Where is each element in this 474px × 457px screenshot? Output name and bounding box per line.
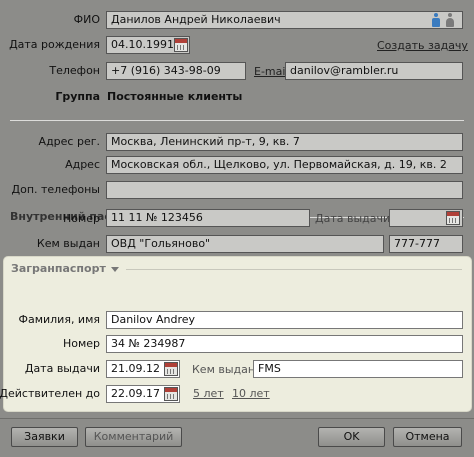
phone-label: Телефон <box>49 64 100 77</box>
create-task-link[interactable]: Создать задачу <box>377 38 468 54</box>
internal-number-field[interactable]: 11 11 № 123456 <box>106 209 310 227</box>
five-years-link[interactable]: 5 лет <box>193 386 224 402</box>
requests-button[interactable]: Заявки <box>11 427 78 447</box>
address-label: Адрес <box>65 158 100 171</box>
group-label: Группа <box>55 90 100 103</box>
calendar-icon[interactable] <box>164 387 178 401</box>
ten-years-link[interactable]: 10 лет <box>232 386 270 402</box>
foreign-name-label: Фамилия, имя <box>18 313 100 326</box>
group-value: Постоянные клиенты <box>107 90 243 103</box>
foreign-number-field[interactable]: 34 № 234987 <box>106 335 463 353</box>
internal-issue-date-label: Дата выдачи <box>315 212 391 225</box>
male-icon[interactable] <box>432 13 440 27</box>
divider <box>10 120 464 121</box>
calendar-icon[interactable] <box>446 211 460 225</box>
internal-issued-by-label: Кем выдан <box>36 237 100 250</box>
address-field[interactable]: Московская обл., Щелково, ул. Первомайск… <box>106 156 463 174</box>
foreign-passport-title[interactable]: Загранпаспорт <box>11 262 106 276</box>
internal-number-label: Номер <box>62 212 100 225</box>
foreign-issue-date-label: Дата выдачи <box>24 362 100 375</box>
phone-field[interactable]: +7 (916) 343-98-09 <box>106 62 246 80</box>
foreign-number-label: Номер <box>62 337 100 350</box>
calendar-icon[interactable] <box>174 38 188 52</box>
reg-address-label: Адрес рег. <box>38 135 100 148</box>
email-link[interactable]: E-mail <box>254 64 289 80</box>
reg-address-field[interactable]: Москва, Ленинский пр-т, 9, кв. 7 <box>106 133 463 151</box>
foreign-issued-by-label: Кем выдан <box>192 363 256 376</box>
subdivision-code-field[interactable]: 777-777 <box>389 235 463 253</box>
extra-phones-field[interactable] <box>106 181 463 199</box>
foreign-name-field[interactable]: Danilov Andrey <box>106 311 463 329</box>
valid-until-label: Действителен до <box>0 387 100 400</box>
cancel-button[interactable]: Отмена <box>393 427 462 447</box>
divider <box>0 418 474 419</box>
birth-date-label: Дата рождения <box>9 38 100 51</box>
ok-button[interactable]: OK <box>318 427 385 447</box>
fio-field[interactable]: Данилов Андрей Николаевич <box>106 11 463 29</box>
extra-phones-label: Доп. телефоны <box>11 183 101 196</box>
internal-issued-by-field[interactable]: ОВД "Гольяново" <box>106 235 384 253</box>
email-field[interactable]: danilov@rambler.ru <box>285 62 463 80</box>
foreign-issued-by-field[interactable]: FMS <box>253 360 463 378</box>
calendar-icon[interactable] <box>164 362 178 376</box>
fio-label: ФИО <box>73 13 100 26</box>
divider <box>126 269 462 270</box>
comment-button[interactable]: Комментарий <box>85 427 182 447</box>
female-icon[interactable] <box>446 13 454 27</box>
chevron-down-icon[interactable] <box>111 267 119 272</box>
